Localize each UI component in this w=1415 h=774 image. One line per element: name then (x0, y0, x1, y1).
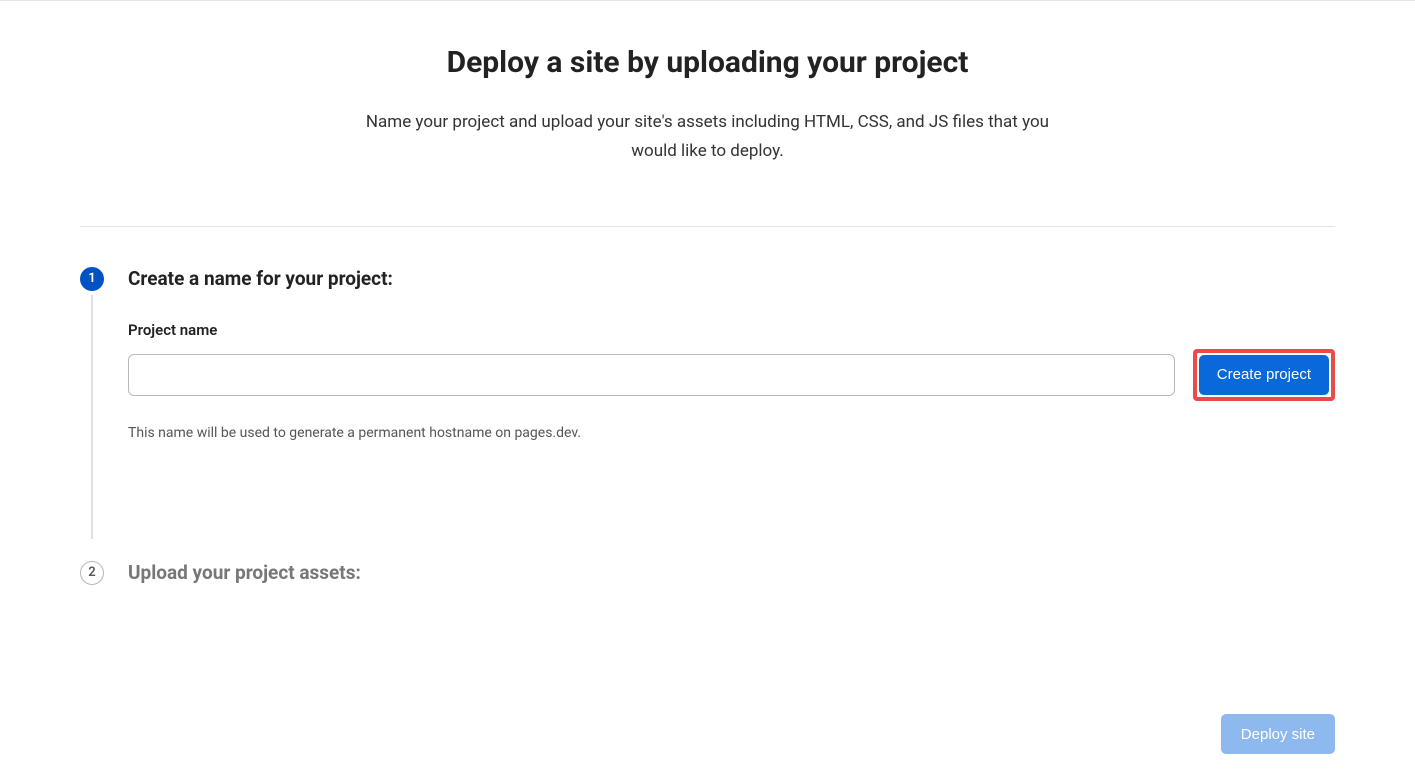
step-badge-1: 1 (80, 267, 104, 291)
step-number-1: 1 (88, 271, 95, 286)
project-name-group: Project name Create project This name wi… (128, 321, 1335, 441)
page-header: Deploy a site by uploading your project … (80, 1, 1335, 226)
step-1-content: Create a name for your project: Project … (128, 267, 1335, 441)
page-subtitle: Name your project and upload your site's… (358, 108, 1058, 166)
project-name-row: Create project (128, 349, 1335, 401)
page-footer: Deploy site (1221, 714, 1335, 754)
step-1-title: Create a name for your project: (128, 267, 1335, 291)
step-badge-2: 2 (80, 561, 104, 585)
page-title: Deploy a site by uploading your project (80, 45, 1335, 80)
step-number-2: 2 (88, 565, 95, 580)
steps-wrapper: 1 Create a name for your project: Projec… (80, 267, 1335, 585)
step-2-title: Upload your project assets: (128, 561, 1335, 585)
section-divider (80, 226, 1335, 227)
deploy-site-button[interactable]: Deploy site (1221, 714, 1335, 754)
project-name-input[interactable] (128, 354, 1175, 396)
create-project-button[interactable]: Create project (1199, 355, 1329, 395)
project-name-label: Project name (128, 321, 1335, 339)
create-button-highlight: Create project (1193, 349, 1335, 401)
step-2-content: Upload your project assets: (128, 561, 1335, 585)
step-create-name: 1 Create a name for your project: Projec… (80, 267, 1335, 441)
project-name-help: This name will be used to generate a per… (128, 425, 1335, 441)
step-upload-assets: 2 Upload your project assets: (80, 561, 1335, 585)
